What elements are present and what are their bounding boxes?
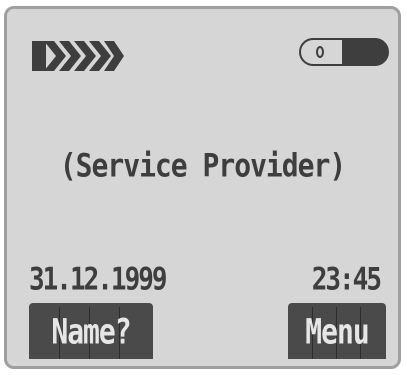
menu-softkey[interactable]: Menu xyxy=(288,303,386,359)
time-display: 23:45 xyxy=(311,262,382,298)
service-provider-label: (Service Provider) xyxy=(59,146,346,185)
name-softkey[interactable]: Name? xyxy=(29,303,153,359)
battery-icon xyxy=(298,37,390,67)
display-screen: (Service Provider) 31.12.1999 23:45 Name… xyxy=(7,9,398,366)
phone-display: (Service Provider) 31.12.1999 23:45 Name… xyxy=(4,6,401,369)
name-softkey-label: Name? xyxy=(51,310,131,352)
date-display: 31.12.1999 xyxy=(29,262,168,298)
signal-strength-icon xyxy=(32,39,126,73)
menu-softkey-label: Menu xyxy=(305,310,369,352)
